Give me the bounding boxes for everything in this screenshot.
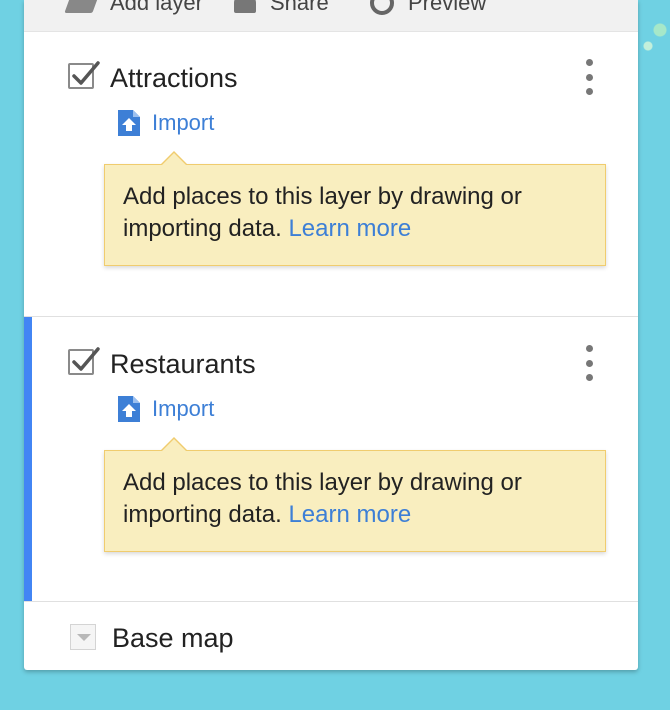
share-label: Share [270, 0, 329, 15]
checkmark-icon [72, 347, 100, 371]
import-icon [118, 110, 140, 136]
layer-restaurants[interactable]: Restaurants Import Add places to this la… [24, 317, 638, 602]
layer-visibility-checkbox[interactable] [68, 347, 100, 375]
preview-button[interactable]: Preview [370, 0, 486, 16]
layer-visibility-checkbox[interactable] [68, 61, 100, 89]
empty-layer-hint: Add places to this layer by drawing or i… [104, 151, 606, 266]
person-icon [234, 0, 256, 13]
import-link[interactable]: Import [118, 395, 214, 423]
layer-attractions[interactable]: Attractions Import Add places to this la… [24, 32, 638, 317]
basemap-title: Base map [112, 623, 234, 653]
chevron-down-icon[interactable] [70, 624, 96, 650]
import-link[interactable]: Import [118, 109, 214, 137]
import-label: Import [152, 396, 215, 421]
import-icon [118, 396, 140, 422]
import-label: Import [152, 110, 215, 135]
learn-more-link[interactable]: Learn more [288, 215, 411, 242]
learn-more-link[interactable]: Learn more [288, 501, 411, 528]
layers-panel: Add layer Share Preview Attractions Impo… [24, 0, 638, 670]
layer-title[interactable]: Attractions [110, 62, 238, 94]
layers-icon [64, 0, 100, 13]
basemap-row[interactable]: Base map [24, 602, 638, 670]
empty-layer-hint: Add places to this layer by drawing or i… [104, 437, 606, 552]
layer-options-icon[interactable] [582, 59, 596, 95]
layer-options-icon[interactable] [582, 345, 596, 381]
toolbar: Add layer Share Preview [24, 0, 638, 32]
add-layer-label: Add layer [110, 0, 203, 15]
preview-icon [370, 0, 394, 15]
add-layer-button[interactable]: Add layer [64, 0, 203, 16]
layer-title[interactable]: Restaurants [110, 348, 256, 380]
preview-label: Preview [408, 0, 487, 15]
share-button[interactable]: Share [234, 0, 329, 16]
checkmark-icon [72, 61, 100, 85]
